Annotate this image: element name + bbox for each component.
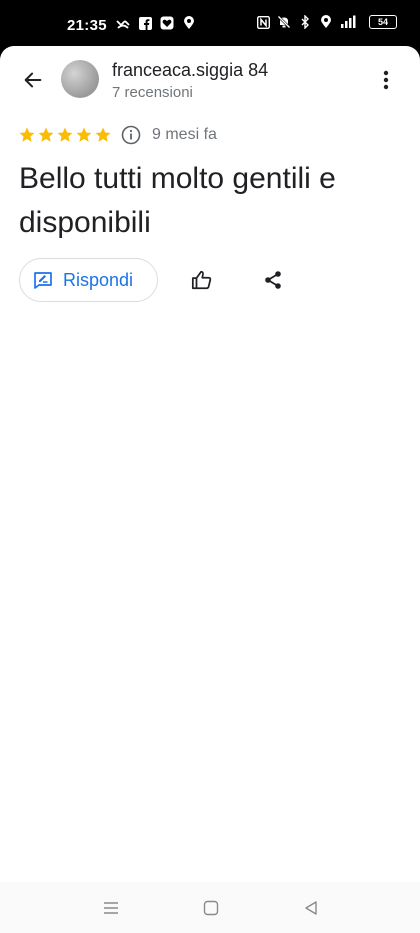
- home-icon: [203, 900, 219, 916]
- reply-edit-icon: [33, 270, 53, 290]
- star-rating: [18, 126, 112, 144]
- location-icon: [319, 15, 333, 29]
- facebook-icon: [138, 16, 152, 30]
- back-icon: [305, 901, 317, 915]
- back-button[interactable]: [19, 66, 47, 94]
- system-nav-bar: [0, 882, 420, 933]
- review-text: Bello tutti molto gentili e disponibili: [19, 162, 336, 239]
- star-icon: [56, 126, 74, 144]
- star-icon: [37, 126, 55, 144]
- reply-button[interactable]: Rispondi: [19, 258, 158, 302]
- nfc-icon: [256, 15, 270, 29]
- more-vert-icon: [383, 70, 389, 90]
- avatar[interactable]: [61, 60, 99, 98]
- like-button[interactable]: [190, 268, 214, 292]
- thumb-up-icon: [191, 270, 212, 290]
- missed-call-icon: [116, 16, 130, 30]
- nav-home-button[interactable]: [201, 898, 221, 918]
- mute-icon: [277, 15, 291, 29]
- share-button[interactable]: [261, 268, 285, 292]
- review-date: 9 mesi fa: [152, 126, 217, 143]
- user-name[interactable]: franceaca.siggia 84: [112, 60, 268, 81]
- heart-app-icon: [160, 16, 174, 30]
- review-screen: franceaca.siggia 84 7 recensioni 9 mesi …: [0, 46, 420, 882]
- share-icon: [265, 271, 281, 289]
- info-icon[interactable]: [121, 125, 141, 145]
- rating-row: 9 mesi fa: [18, 124, 217, 146]
- status-bar: 21:35 54: [0, 0, 420, 46]
- status-notification-icons: [116, 16, 196, 30]
- status-time: 21:35: [67, 17, 107, 34]
- location-icon: [182, 16, 196, 30]
- signal-icon: [340, 15, 358, 29]
- user-reviews-count: 7 recensioni: [112, 84, 193, 101]
- bluetooth-icon: [298, 15, 312, 29]
- menu-icon: [104, 902, 118, 914]
- nav-back-button[interactable]: [301, 898, 321, 918]
- star-icon: [18, 126, 36, 144]
- status-system-icons: 54: [256, 15, 397, 29]
- reply-label: Rispondi: [63, 269, 134, 290]
- arrow-back-icon: [24, 72, 42, 88]
- star-icon: [94, 126, 112, 144]
- more-options-button[interactable]: [374, 68, 398, 92]
- star-icon: [75, 126, 93, 144]
- battery-icon: 54: [369, 15, 397, 29]
- nav-menu-button[interactable]: [101, 898, 121, 918]
